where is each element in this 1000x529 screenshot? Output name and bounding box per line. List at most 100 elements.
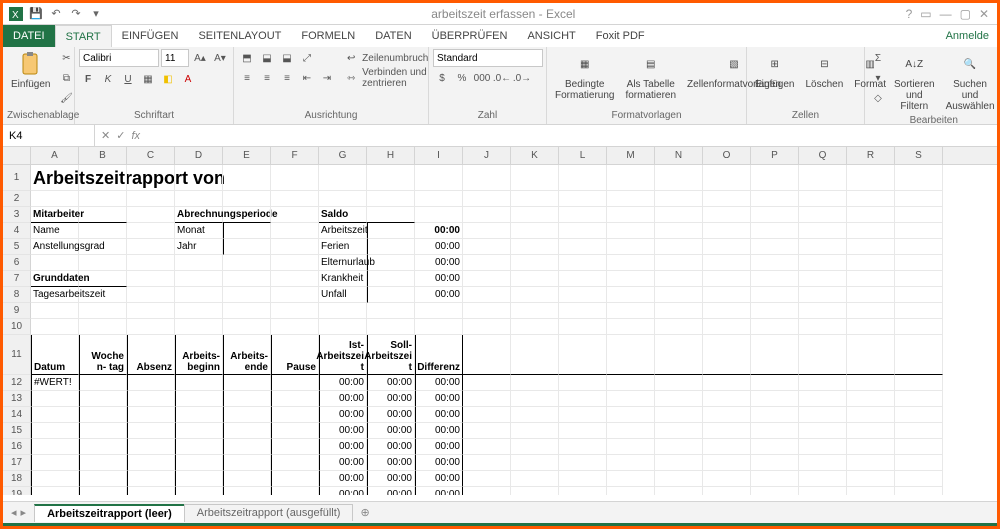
format-as-table-button[interactable]: ▤Als Tabelle formatieren — [621, 49, 680, 103]
row-header[interactable]: 8 — [3, 287, 31, 303]
italic-icon[interactable]: K — [99, 70, 117, 88]
column-header[interactable]: K — [511, 147, 559, 164]
cell[interactable] — [895, 207, 943, 223]
cell[interactable] — [847, 487, 895, 495]
cell[interactable] — [367, 239, 415, 255]
cell[interactable] — [559, 191, 607, 207]
row-header[interactable]: 9 — [3, 303, 31, 319]
cell[interactable] — [271, 407, 319, 423]
cell[interactable] — [799, 391, 847, 407]
cell[interactable] — [415, 191, 463, 207]
cell[interactable]: Mitarbeiter — [31, 207, 79, 223]
cell[interactable] — [79, 407, 127, 423]
cell[interactable] — [271, 271, 319, 287]
cell[interactable] — [895, 239, 943, 255]
cell[interactable] — [559, 335, 607, 375]
cell[interactable] — [511, 391, 559, 407]
fill-color-icon[interactable]: ◧ — [159, 70, 177, 88]
column-header[interactable]: B — [79, 147, 127, 164]
cell[interactable] — [895, 255, 943, 271]
cell[interactable] — [223, 391, 271, 407]
cell[interactable] — [559, 407, 607, 423]
cell[interactable] — [223, 487, 271, 495]
cell[interactable]: Ist- Arbeitszei t — [319, 335, 367, 375]
cell[interactable] — [751, 191, 799, 207]
currency-icon[interactable]: $ — [433, 69, 451, 87]
cell[interactable] — [703, 239, 751, 255]
cell[interactable] — [607, 303, 655, 319]
cell[interactable] — [463, 471, 511, 487]
cell[interactable] — [511, 487, 559, 495]
cell[interactable] — [367, 207, 415, 223]
cell[interactable] — [799, 487, 847, 495]
cell[interactable] — [895, 319, 943, 335]
cell[interactable] — [271, 287, 319, 303]
cell[interactable] — [511, 335, 559, 375]
cell[interactable] — [847, 223, 895, 239]
cell[interactable] — [559, 165, 607, 191]
cell[interactable] — [703, 439, 751, 455]
cell[interactable]: Absenz — [127, 335, 175, 375]
cell[interactable] — [895, 487, 943, 495]
cell[interactable] — [463, 487, 511, 495]
underline-icon[interactable]: U — [119, 70, 137, 88]
undo-icon[interactable]: ↶ — [49, 7, 63, 21]
cell[interactable] — [655, 335, 703, 375]
cell[interactable] — [559, 271, 607, 287]
cell[interactable] — [703, 375, 751, 391]
cell[interactable] — [223, 223, 271, 239]
cell[interactable] — [703, 391, 751, 407]
cell[interactable] — [655, 271, 703, 287]
column-header[interactable]: M — [607, 147, 655, 164]
cell[interactable] — [847, 391, 895, 407]
cell[interactable] — [223, 207, 271, 223]
cell[interactable] — [271, 255, 319, 271]
row-header[interactable]: 3 — [3, 207, 31, 223]
cell[interactable] — [511, 255, 559, 271]
cell[interactable] — [799, 287, 847, 303]
cell[interactable] — [847, 407, 895, 423]
cell[interactable] — [271, 165, 319, 191]
cell[interactable] — [79, 471, 127, 487]
cell[interactable] — [751, 487, 799, 495]
cell[interactable]: 00:00 — [319, 439, 367, 455]
paste-button[interactable]: Einfügen — [7, 49, 54, 92]
cell[interactable] — [223, 239, 271, 255]
cell[interactable] — [223, 407, 271, 423]
cell[interactable] — [895, 391, 943, 407]
cell[interactable] — [511, 271, 559, 287]
cell[interactable] — [511, 439, 559, 455]
cell[interactable] — [511, 303, 559, 319]
merge-center-button[interactable]: ⇿ Verbinden und zentrieren — [343, 69, 432, 87]
cell[interactable] — [79, 391, 127, 407]
autosum-icon[interactable]: Σ — [869, 49, 887, 67]
cell[interactable] — [463, 303, 511, 319]
cell[interactable] — [175, 287, 223, 303]
tab-start[interactable]: START — [55, 25, 112, 47]
cell[interactable] — [175, 165, 223, 191]
cell[interactable] — [607, 165, 655, 191]
cell[interactable] — [127, 191, 175, 207]
column-header[interactable]: S — [895, 147, 943, 164]
cell[interactable] — [463, 191, 511, 207]
close-icon[interactable]: ✕ — [979, 7, 989, 21]
cell[interactable] — [703, 487, 751, 495]
align-middle-icon[interactable]: ⬓ — [258, 49, 276, 67]
cell[interactable]: 00:00 — [367, 487, 415, 495]
cell[interactable] — [895, 455, 943, 471]
cell[interactable] — [463, 271, 511, 287]
cell[interactable] — [223, 471, 271, 487]
cell[interactable] — [175, 271, 223, 287]
cell[interactable] — [559, 287, 607, 303]
cell[interactable] — [895, 271, 943, 287]
cell[interactable]: Name — [31, 223, 79, 239]
cell[interactable] — [751, 335, 799, 375]
cell[interactable] — [367, 319, 415, 335]
cut-icon[interactable]: ✂ — [57, 49, 75, 67]
cell[interactable] — [703, 191, 751, 207]
cell[interactable] — [223, 455, 271, 471]
cell[interactable] — [463, 287, 511, 303]
cell[interactable] — [127, 271, 175, 287]
row-header[interactable]: 7 — [3, 271, 31, 287]
fx-icon[interactable]: fx — [131, 130, 140, 142]
